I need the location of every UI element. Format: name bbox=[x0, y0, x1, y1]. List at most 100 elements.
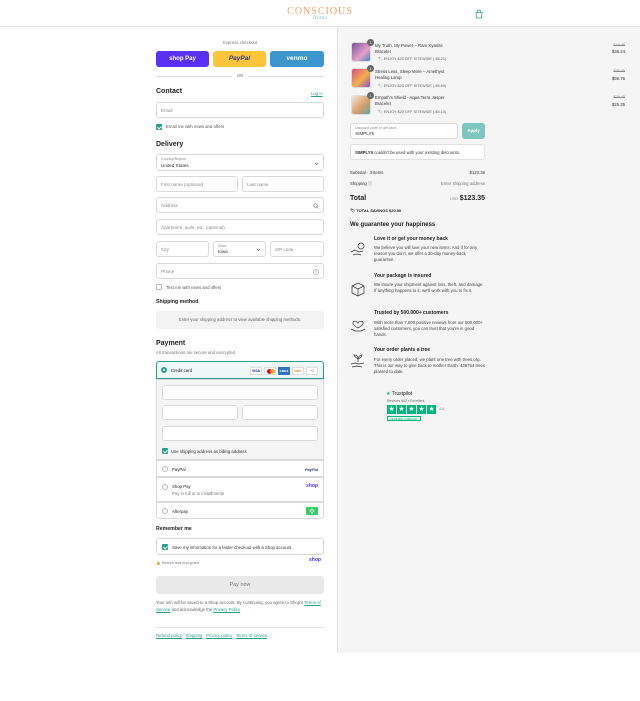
shipping-link[interactable]: Shipping bbox=[186, 633, 203, 638]
guarantee-title: We guarantee your happiness bbox=[350, 222, 436, 228]
trustpilot-stars: ★ ★ ★ ★ ★ bbox=[387, 405, 436, 414]
paypal-logo: PayPal bbox=[304, 467, 318, 472]
cart-item-name: Stress Less, Sleep More – Amethyst Heali… bbox=[375, 69, 445, 80]
legal-text: Your info will be saved to a Shop accoun… bbox=[156, 600, 321, 612]
text-offers-label: Text me with news and offers bbox=[166, 285, 222, 290]
total-label: Total bbox=[350, 195, 367, 202]
secure-encrypted-label: 🔒 Secure and encrypted bbox=[156, 561, 199, 565]
save-info-label: Save my information for a faster checkou… bbox=[172, 545, 292, 550]
phone-field[interactable]: Phone ? bbox=[156, 263, 324, 279]
guarantee-item-text: We believe you will love your new items.… bbox=[374, 245, 478, 262]
credit-card-radio[interactable] bbox=[161, 367, 167, 373]
quantity-badge: 1 bbox=[367, 65, 374, 72]
paypal-button[interactable]: PayPal bbox=[213, 51, 266, 67]
cart-item-old-price: $65.45 bbox=[613, 69, 625, 73]
privacy-policy-link[interactable]: Privacy policy bbox=[206, 633, 232, 638]
footer-divider bbox=[156, 627, 324, 628]
afterpay-option[interactable]: Afterpay bbox=[156, 502, 324, 519]
star-icon: ★ bbox=[417, 405, 426, 414]
cart-item-discount: 🏷 ENJOY $20 OFF SITEWIDE (-$4.10) bbox=[378, 110, 447, 114]
news-checkbox-label: Email me with news and offers bbox=[166, 124, 225, 129]
remember-me-title: Remember me bbox=[156, 526, 192, 532]
card-number-field[interactable] bbox=[162, 385, 318, 400]
refund-policy-link[interactable]: Refund policy bbox=[156, 633, 182, 638]
afterpay-logo-icon bbox=[306, 507, 318, 515]
city-field[interactable]: City bbox=[156, 241, 209, 257]
login-link[interactable]: Log in bbox=[311, 91, 323, 96]
payment-subtitle: All transactions are secure and encrypte… bbox=[156, 350, 237, 355]
package-icon bbox=[351, 282, 365, 297]
afterpay-radio[interactable] bbox=[162, 508, 168, 514]
name-on-card-field[interactable] bbox=[162, 426, 318, 441]
country-select[interactable]: Country/Region United States bbox=[156, 154, 324, 171]
save-info-checkbox[interactable] bbox=[162, 544, 168, 550]
terms-of-service-link[interactable]: Terms of service bbox=[236, 633, 267, 638]
paypal-option-label: PayPal bbox=[172, 467, 186, 472]
discount-code-input[interactable]: Discount code or gift card SIMPLY5 bbox=[350, 123, 458, 139]
site-header: CONSCIOUS Items bbox=[0, 0, 640, 27]
last-name-field[interactable]: Last name bbox=[242, 176, 324, 192]
email-field[interactable]: Email bbox=[156, 102, 324, 118]
shop-pay-radio[interactable] bbox=[162, 484, 168, 490]
security-code-field[interactable] bbox=[242, 405, 318, 420]
venmo-button[interactable]: venmo bbox=[270, 51, 324, 67]
quantity-badge: 1 bbox=[367, 39, 374, 46]
footer-links: Refund policy Shipping Privacy policy Te… bbox=[156, 633, 267, 638]
guarantee-item-title: Trusted by 500.000+ customers bbox=[374, 310, 449, 316]
plant-hand-icon bbox=[350, 354, 365, 368]
shop-pay-button[interactable]: shop Pay bbox=[156, 51, 209, 67]
expiry-field[interactable] bbox=[162, 405, 238, 420]
total-savings: 🏷 TOTAL SAVINGS $20.00 bbox=[350, 208, 402, 213]
shipping-method-title: Shipping method bbox=[156, 299, 199, 305]
star-icon: ★ bbox=[407, 405, 416, 414]
apply-discount-button[interactable]: Apply bbox=[462, 123, 485, 139]
shop-pay-option-label: Shop Pay bbox=[172, 484, 191, 489]
brand-logo-sub: Items bbox=[312, 15, 328, 21]
credit-card-label: Credit card bbox=[171, 368, 193, 373]
guarantee-item-title: Your package is insured bbox=[374, 273, 432, 279]
trustpilot-verified-badge: VERIFIED COMPANY bbox=[387, 416, 421, 421]
cart-item-discount: 🏷 ENJOY $20 OFF SITEWIDE (-$6.21) bbox=[378, 57, 447, 61]
shop-pay-option[interactable]: Shop Pay Pay in full or in installments … bbox=[156, 477, 324, 502]
address-field[interactable]: Address bbox=[156, 197, 324, 213]
checkout-form: Express checkout shop Pay PayPal venmo O… bbox=[0, 27, 337, 701]
apartment-field[interactable]: Apartment, suite, etc. (optional) bbox=[156, 219, 324, 235]
news-checkbox[interactable] bbox=[156, 124, 162, 130]
contact-title: Contact bbox=[156, 88, 183, 95]
first-name-field[interactable]: First name (optional) bbox=[156, 176, 238, 192]
order-summary: 1 My Truth, My Power – Rare Kyanite Brac… bbox=[337, 27, 640, 653]
chevron-down-icon bbox=[314, 162, 319, 165]
cart-item-discount: 🏷 ENJOY $20 OFF SITEWIDE (-$9.69) bbox=[378, 84, 447, 88]
shipping-value: Enter shipping address bbox=[441, 181, 485, 186]
svg-text:?: ? bbox=[315, 270, 317, 274]
shipping-method-note: Enter your shipping address to view avai… bbox=[156, 311, 324, 329]
pay-now-button[interactable]: Pay now bbox=[156, 576, 324, 594]
billing-checkbox[interactable] bbox=[162, 448, 168, 454]
divider-right bbox=[248, 76, 324, 77]
star-icon: ★ bbox=[427, 405, 436, 414]
cart-item-price: $38.24 bbox=[611, 49, 625, 54]
more-cards-badge: +1 bbox=[306, 367, 318, 375]
guarantee-item-text: We insure your shipment against loss, th… bbox=[374, 282, 484, 293]
trustpilot-score: 4.8 bbox=[439, 407, 445, 411]
paypal-option[interactable]: PayPal PayPal bbox=[156, 460, 324, 477]
cart-item-old-price: $44.46 bbox=[613, 43, 625, 47]
discount-error-message: SIMPLY5 couldn't be used with your exist… bbox=[350, 144, 485, 160]
paypal-radio[interactable] bbox=[162, 466, 168, 472]
text-offers-checkbox[interactable] bbox=[156, 284, 162, 290]
state-select[interactable]: State Iowa bbox=[213, 241, 266, 257]
zip-field[interactable]: ZIP code bbox=[270, 241, 324, 257]
search-icon bbox=[313, 203, 319, 209]
delivery-title: Delivery bbox=[156, 141, 184, 148]
star-icon: ★ bbox=[387, 405, 396, 414]
subtotal-value: $123.35 bbox=[469, 170, 485, 175]
guarantee-item-text: With more than 7,000 positive reviews fr… bbox=[374, 320, 484, 337]
help-circle-icon[interactable]: ? bbox=[313, 269, 319, 275]
shopping-bag-icon[interactable] bbox=[474, 9, 484, 19]
cart-item-price: $25.35 bbox=[611, 102, 625, 107]
discover-icon: DISC bbox=[292, 367, 304, 375]
privacy-link[interactable]: Privacy Policy bbox=[213, 607, 240, 612]
trustpilot-reviews: Reviews 982 • Excellent bbox=[387, 399, 425, 403]
shop-logo: shop bbox=[309, 557, 321, 563]
credit-card-option[interactable]: Credit card VISA AMEX DISC +1 bbox=[156, 361, 324, 379]
